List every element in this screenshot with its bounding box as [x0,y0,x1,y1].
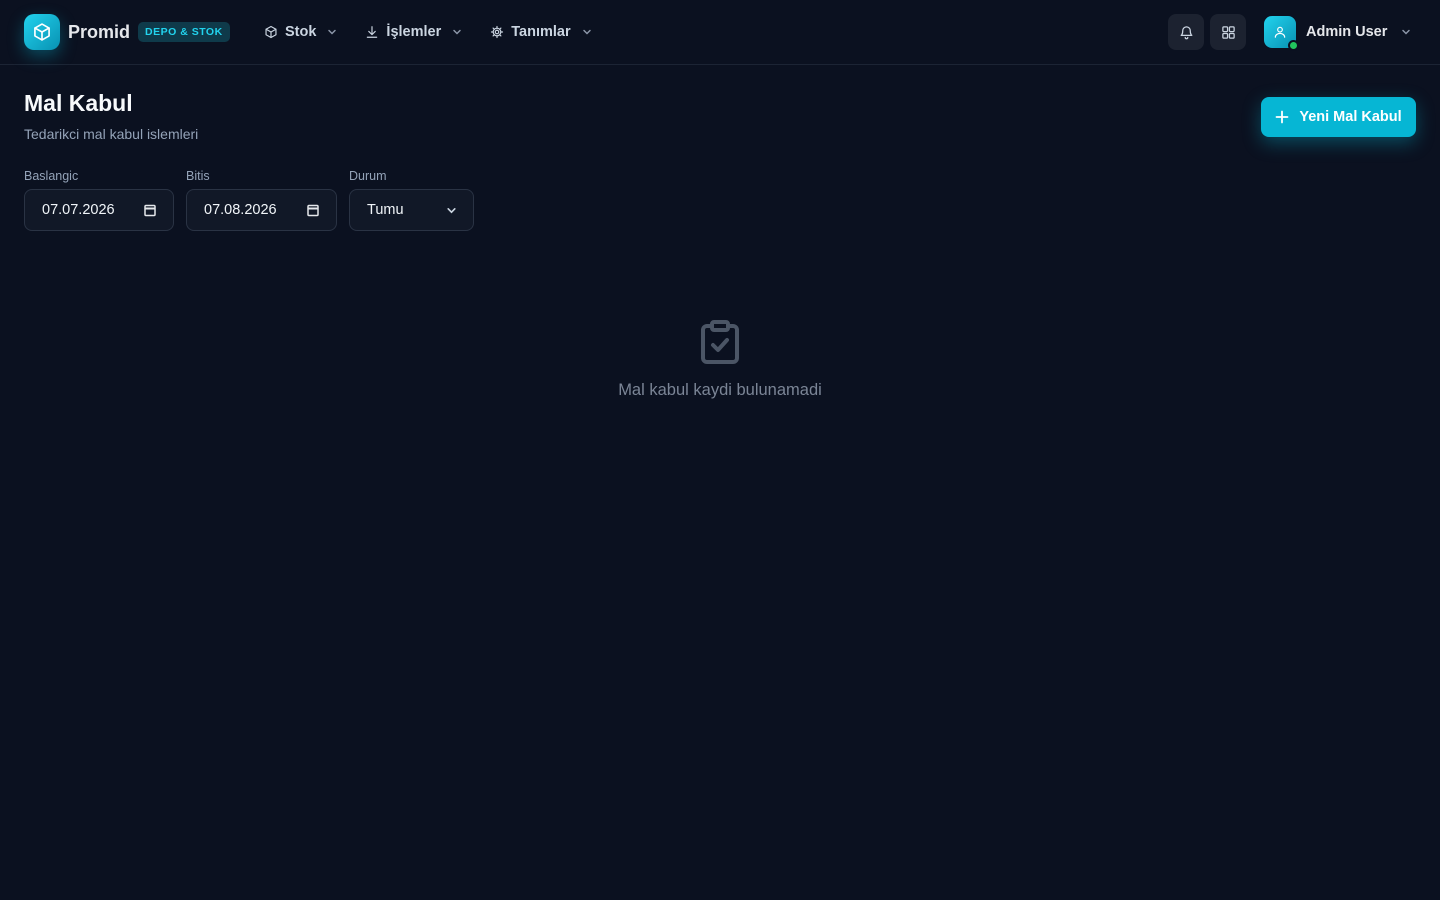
nav-item-stok[interactable]: Stok [252,16,349,48]
start-date-input[interactable]: 07.07.2026 [24,189,174,231]
status-select[interactable]: Tumu [349,189,474,231]
top-navbar: Promid DEPO & STOK Stok İşlemler Tanımla… [0,0,1440,65]
end-date-value: 07.08.2026 [204,202,277,218]
gear-icon [490,25,504,39]
user-name: Admin User [1306,24,1388,40]
box-logo-icon [24,14,60,50]
apps-button[interactable] [1210,14,1246,50]
chevron-down-icon [1401,27,1411,37]
start-date-value: 07.07.2026 [42,202,115,218]
status-label: Durum [349,169,387,183]
brand-name: Promid [68,21,131,42]
clipboard-check-icon [698,319,742,367]
calendar-icon[interactable] [306,203,320,217]
avatar [1264,16,1299,51]
brand[interactable]: Promid DEPO & STOK [24,14,230,50]
start-date-label: Baslangic [24,169,79,183]
new-goods-receipt-label: Yeni Mal Kabul [1299,109,1402,125]
bell-icon [1179,25,1194,40]
user-menu[interactable]: Admin User [1264,16,1411,51]
chevron-down-icon [452,27,462,37]
nav-item-label: İşlemler [386,24,442,40]
calendar-icon[interactable] [143,203,157,217]
online-status-dot [1288,40,1299,51]
main-nav: Stok İşlemler Tanımlar [252,16,604,48]
package-icon [264,25,278,39]
download-icon [365,25,379,39]
brand-badge: DEPO & STOK [138,22,230,42]
nav-item-label: Tanımlar [511,24,571,40]
page-subtitle: Tedarikci mal kabul islemleri [24,126,199,142]
plus-icon [1275,110,1289,124]
page-title: Mal Kabul [24,90,133,116]
nav-item-islemler[interactable]: İşlemler [353,16,474,48]
new-goods-receipt-button[interactable]: Yeni Mal Kabul [1261,97,1416,137]
end-date-input[interactable]: 07.08.2026 [186,189,337,231]
nav-item-tanimlar[interactable]: Tanımlar [478,16,603,48]
grid-icon [1221,25,1236,40]
chevron-down-icon [327,27,337,37]
user-icon [1273,25,1287,39]
empty-state-message: Mal kabul kaydi bulunamadi [618,381,822,399]
notifications-button[interactable] [1168,14,1204,50]
status-value: Tumu [367,202,404,218]
end-date-label: Bitis [186,169,210,183]
nav-item-label: Stok [285,24,317,40]
chevron-down-icon [446,205,457,216]
chevron-down-icon [582,27,592,37]
